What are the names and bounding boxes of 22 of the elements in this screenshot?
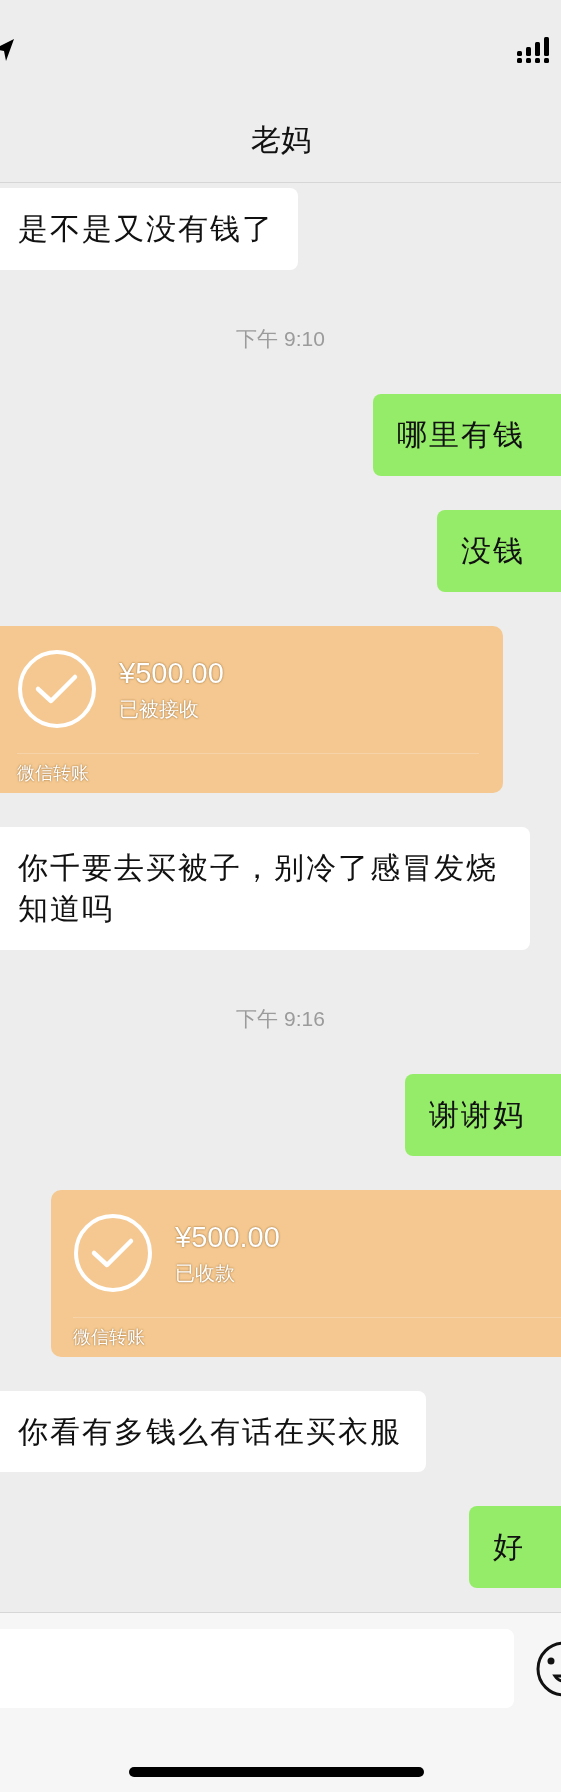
transfer-status: 已收款 — [175, 1261, 236, 1286]
transfer-card[interactable]: ¥500.00 已收款 微信转账 — [51, 1189, 561, 1357]
transfer-card[interactable]: ¥500.00 已被接收 微信转账 — [0, 625, 503, 793]
timestamp: 下午 9:16 — [236, 1007, 325, 1030]
message-bubble: 哪里有钱 — [373, 393, 561, 476]
message-bubble: 你千要去买被子，别冷了感冒发烧知道吗 — [0, 826, 530, 950]
message-bubble: 你看有多钱么有话在买衣服 — [0, 1390, 426, 1472]
chat-title: 老妈 — [250, 121, 311, 158]
transfer-status: 已被接收 — [119, 697, 200, 722]
message-bubble: 好 — [469, 1506, 561, 1588]
transfer-amount: ¥500.00 — [175, 1220, 280, 1254]
transfer-amount: ¥500.00 — [119, 656, 224, 690]
check-circle-icon — [17, 649, 97, 729]
check-circle-icon — [73, 1213, 153, 1293]
message-bubble: 是不是又没有钱了 — [0, 188, 298, 270]
transfer-label: 微信转账 — [73, 1326, 145, 1348]
signal-icon — [517, 37, 551, 63]
message-bubble: 谢谢妈 — [405, 1073, 561, 1156]
transfer-label: 微信转账 — [17, 762, 89, 784]
message-bubble: 没钱 — [437, 509, 561, 592]
timestamp: 下午 9:10 — [236, 327, 325, 350]
location-arrow-icon — [0, 37, 15, 62]
